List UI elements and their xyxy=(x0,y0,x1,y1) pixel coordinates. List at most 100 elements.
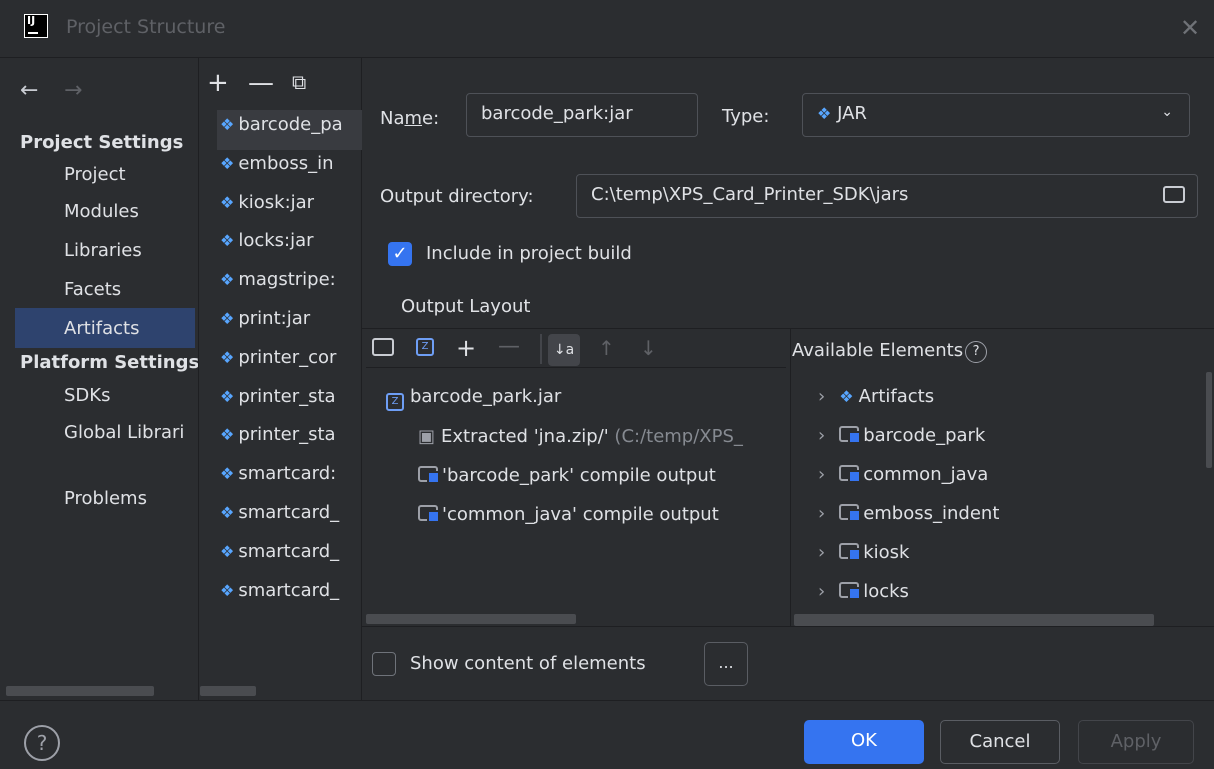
layout-toolbar-divider xyxy=(366,367,786,368)
layout-row-barcode-output[interactable]: 'barcode_park' compile output xyxy=(418,465,716,486)
type-select[interactable]: ❖ JAR ⌄ xyxy=(802,93,1190,137)
layout-root-row[interactable]: Zbarcode_park.jar xyxy=(386,386,561,411)
layout-horizontal-scrollbar[interactable] xyxy=(366,614,576,624)
nav-item-global-libraries[interactable]: Global Librari xyxy=(64,422,198,443)
remove-icon[interactable]: — xyxy=(248,68,274,98)
add-icon[interactable]: + xyxy=(207,68,229,98)
available-element-label: emboss_indent xyxy=(863,503,1000,524)
artifacts-icon: ❖ xyxy=(839,387,859,406)
nav-item-artifacts[interactable]: Artifacts xyxy=(64,318,139,339)
available-element-label: locks xyxy=(863,581,909,602)
include-build-checkbox[interactable]: ✓ xyxy=(388,242,412,266)
artifact-list-item[interactable]: ❖ magstripe: xyxy=(220,269,362,307)
nav-item-sdks[interactable]: SDKs xyxy=(64,385,110,406)
artifact-icon: ❖ xyxy=(220,231,235,251)
artifact-list-item[interactable]: ❖ kiosk:jar xyxy=(220,192,362,230)
toolbar-separator xyxy=(540,334,542,364)
available-element-row[interactable]: › common_java xyxy=(818,464,988,485)
artifact-list-item[interactable]: ❖ barcode_pa xyxy=(220,114,362,152)
output-directory-input[interactable]: C:\temp\XPS_Card_Printer_SDK\jars xyxy=(576,174,1198,218)
artifact-icon: ❖ xyxy=(220,464,235,484)
artifact-label: kiosk:jar xyxy=(238,191,315,213)
available-element-row[interactable]: › kiosk xyxy=(818,542,909,563)
help-button-icon[interactable]: ? xyxy=(24,725,60,761)
available-horizontal-scrollbar[interactable] xyxy=(794,614,1154,626)
forward-arrow-icon[interactable]: → xyxy=(64,78,82,103)
module-folder-icon xyxy=(839,504,862,522)
back-arrow-icon[interactable]: ← xyxy=(20,78,38,103)
available-element-label: barcode_park xyxy=(863,425,986,446)
jar-archive-icon: Z xyxy=(386,393,404,411)
artifact-icon: ❖ xyxy=(220,541,235,561)
available-element-row[interactable]: › locks xyxy=(818,581,909,602)
available-element-row[interactable]: › ❖ Artifacts xyxy=(818,386,934,407)
chevron-right-icon[interactable]: › xyxy=(818,542,825,563)
artifacts-horizontal-scrollbar[interactable] xyxy=(200,686,256,696)
artifact-label: magstripe: xyxy=(238,269,336,291)
artifact-list-item[interactable]: ❖ emboss_in xyxy=(220,153,362,191)
artifact-list-item[interactable]: ❖ printer_sta xyxy=(220,424,362,462)
artifact-list-item[interactable]: ❖ printer_sta xyxy=(220,386,362,424)
add-element-icon[interactable]: + xyxy=(456,334,476,362)
browse-folder-icon[interactable] xyxy=(1163,186,1185,203)
artifact-label: locks:jar xyxy=(238,230,314,252)
ok-button[interactable]: OK xyxy=(804,720,924,764)
chevron-right-icon[interactable]: › xyxy=(818,503,825,524)
chevron-right-icon[interactable]: › xyxy=(818,464,825,485)
artifact-label: printer_cor xyxy=(238,346,337,368)
sort-icon[interactable]: ↓a xyxy=(548,334,580,366)
module-folder-icon xyxy=(839,465,862,483)
available-vertical-scrollbar[interactable] xyxy=(1206,372,1212,468)
available-element-row[interactable]: › barcode_park xyxy=(818,425,985,446)
type-label: Type: xyxy=(722,106,770,127)
module-folder-icon xyxy=(839,582,862,600)
chevron-right-icon[interactable]: › xyxy=(818,581,825,602)
help-icon[interactable]: ? xyxy=(965,341,988,363)
module-folder-icon xyxy=(839,543,862,561)
artifact-list-item[interactable]: ❖ smartcard_ xyxy=(220,541,362,579)
artifact-label: smartcard_ xyxy=(238,502,340,523)
settings-nav xyxy=(0,58,198,700)
layout-row-common-output[interactable]: 'common_java' compile output xyxy=(418,504,719,525)
create-archive-icon[interactable]: Z xyxy=(416,338,434,356)
module-folder-icon xyxy=(418,466,440,484)
apply-button[interactable]: Apply xyxy=(1078,720,1194,764)
move-up-icon[interactable]: ↑ xyxy=(598,336,615,360)
window-title: Project Structure xyxy=(66,16,226,38)
chevron-down-icon: ⌄ xyxy=(1161,104,1173,120)
artifact-label: barcode_pa xyxy=(238,114,343,135)
intellij-logo-icon: IJ xyxy=(24,14,48,38)
artifact-icon: ❖ xyxy=(220,153,235,173)
artifact-list-item[interactable]: ❖ smartcard_ xyxy=(220,502,362,540)
jar-type-icon: ❖ xyxy=(817,104,832,123)
artifact-icon: ❖ xyxy=(220,580,235,600)
artifact-list-item[interactable]: ❖ printer_cor xyxy=(220,347,362,385)
nav-item-libraries[interactable]: Libraries xyxy=(64,240,142,261)
show-content-checkbox[interactable] xyxy=(372,652,396,676)
artifact-list-item[interactable]: ❖ locks:jar xyxy=(220,230,362,268)
module-folder-icon xyxy=(418,505,440,523)
nav-item-problems[interactable]: Problems xyxy=(64,488,147,509)
artifact-icon: ❖ xyxy=(220,503,235,522)
artifact-icon: ❖ xyxy=(220,309,235,328)
artifact-list-item[interactable]: ❖ print:jar xyxy=(220,308,362,346)
nav-horizontal-scrollbar[interactable] xyxy=(6,686,154,696)
copy-icon[interactable]: ⧉ xyxy=(292,70,306,94)
remove-element-icon[interactable]: — xyxy=(498,334,520,359)
chevron-right-icon[interactable]: › xyxy=(818,386,825,407)
artifact-label: printer_sta xyxy=(238,424,336,446)
layout-row-extracted[interactable]: ▣ Extracted 'jna.zip/' (C:/temp/XPS_ xyxy=(418,426,790,447)
cancel-button[interactable]: Cancel xyxy=(940,720,1060,764)
show-content-options-button[interactable]: ... xyxy=(704,642,748,686)
artifact-list-item[interactable]: ❖ smartcard: xyxy=(220,463,362,501)
move-down-icon[interactable]: ↓ xyxy=(640,336,657,360)
artifact-list-item[interactable]: ❖ smartcard_ xyxy=(220,580,362,618)
available-element-row[interactable]: › emboss_indent xyxy=(818,503,999,524)
name-input[interactable]: barcode_park:jar xyxy=(466,93,698,137)
chevron-right-icon[interactable]: › xyxy=(818,425,825,446)
nav-item-facets[interactable]: Facets xyxy=(64,279,121,300)
nav-item-project[interactable]: Project xyxy=(64,164,126,185)
nav-item-modules[interactable]: Modules xyxy=(64,201,139,222)
create-directory-icon[interactable] xyxy=(372,338,394,356)
close-icon[interactable]: ✕ xyxy=(1180,14,1200,42)
